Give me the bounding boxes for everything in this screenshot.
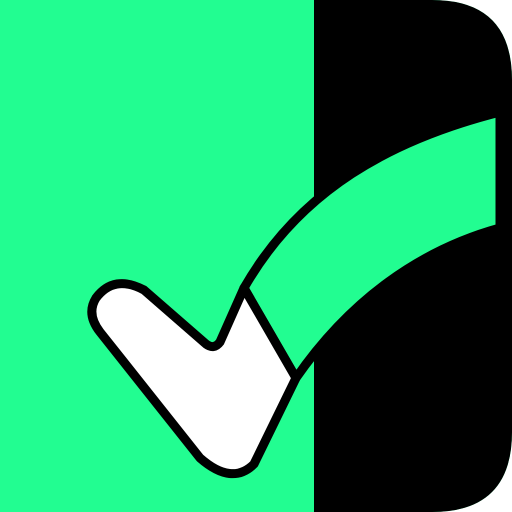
checkmark-icon — [0, 0, 512, 512]
checkmark-app-icon — [0, 0, 512, 512]
